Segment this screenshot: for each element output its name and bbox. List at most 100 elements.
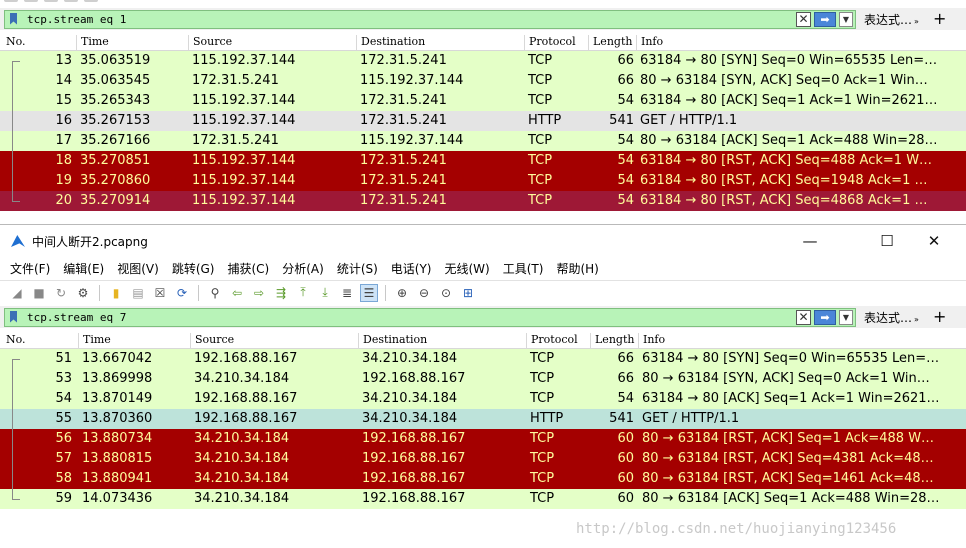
column-header-no[interactable]: No. <box>2 35 26 51</box>
column-header-protocol[interactable]: Protocol <box>526 333 578 349</box>
menu-view[interactable]: 视图(V) <box>117 260 159 277</box>
restart-icon[interactable]: ↻ <box>52 284 70 302</box>
menu-go[interactable]: 跳转(G) <box>172 260 215 277</box>
go-back-icon[interactable]: ⇦ <box>228 284 246 302</box>
find-packet-icon[interactable]: ⚲ <box>206 284 224 302</box>
table-row[interactable]: 58 13.880941 34.210.34.184 192.168.88.167 TC… <box>0 469 966 489</box>
table-row[interactable]: 13 35.063519 115.192.37.144 172.31.5.241 TCP… <box>0 51 966 71</box>
menu-edit[interactable]: 编辑(E) <box>63 260 104 277</box>
column-header-info[interactable]: Info <box>636 35 663 51</box>
toolbar-icon[interactable] <box>44 0 58 2</box>
cell-info: 80 → 63184 [SYN, ACK] Seq=0 Ack=1 Win… <box>642 371 930 386</box>
table-row[interactable]: 55 13.870360 192.168.88.167 34.210.34.184 HT… <box>0 409 966 429</box>
close-file-icon[interactable]: ☒ <box>151 284 169 302</box>
menu-file[interactable]: 文件(F) <box>10 260 50 277</box>
toolbar-icon[interactable] <box>84 0 98 2</box>
table-row[interactable]: 18 35.270851 115.192.37.144 172.31.5.241 TCP… <box>0 151 966 171</box>
cell-info: 63184 → 80 [RST, ACK] Seq=488 Ack=1 W… <box>640 153 933 168</box>
table-row[interactable]: 14 35.063545 172.31.5.241 115.192.37.144 TCP… <box>0 71 966 91</box>
column-header-time[interactable]: Time <box>78 333 111 349</box>
display-filter-input[interactable]: tcp.stream eq 7 <box>27 311 796 324</box>
resize-columns-icon[interactable]: ⊞ <box>459 284 477 302</box>
apply-filter-icon[interactable]: ➡ <box>814 11 836 27</box>
go-first-icon[interactable]: ⤒ <box>294 284 312 302</box>
filter-bookmark-icon[interactable] <box>7 310 21 325</box>
save-file-icon[interactable]: ▤ <box>129 284 147 302</box>
cell-length: 54 <box>617 193 634 208</box>
conversation-tree-start <box>12 61 20 62</box>
clear-filter-icon[interactable]: ✕ <box>796 309 811 325</box>
toolbar-separator <box>385 284 386 301</box>
column-header-source[interactable]: Source <box>190 333 234 349</box>
auto-scroll-icon[interactable]: ≣ <box>338 284 356 302</box>
reload-icon[interactable]: ⟳ <box>173 284 191 302</box>
filter-history-dropdown-icon[interactable]: ▼ <box>839 11 853 27</box>
table-row[interactable]: 59 14.073436 34.210.34.184 192.168.88.167 TC… <box>0 489 966 509</box>
shark-fin-start-icon[interactable]: ◢ <box>8 284 26 302</box>
conversation-tree-line <box>12 359 13 499</box>
top-packet-pane: tcp.stream eq 1 ✕ ➡ ▼ 表达式…» + No. Time S… <box>0 0 966 224</box>
table-row[interactable]: 56 13.880734 34.210.34.184 192.168.88.167 TC… <box>0 429 966 449</box>
column-header-length[interactable]: Length <box>590 333 634 349</box>
menu-wireless[interactable]: 无线(W) <box>445 260 490 277</box>
stop-icon[interactable]: ■ <box>30 284 48 302</box>
minimize-button[interactable]: — <box>800 231 820 251</box>
expression-button[interactable]: 表达式…» <box>864 309 919 326</box>
maximize-button[interactable]: ☐ <box>877 231 897 251</box>
toolbar-icon[interactable] <box>4 0 18 2</box>
filter-bookmark-icon[interactable] <box>7 12 21 27</box>
table-row[interactable]: 16 35.267153 115.192.37.144 172.31.5.241 HTT… <box>0 111 966 131</box>
zoom-normal-icon[interactable]: ⊙ <box>437 284 455 302</box>
column-header-destination[interactable]: Destination <box>358 333 427 349</box>
menu-telephony[interactable]: 电话(Y) <box>391 260 432 277</box>
table-row[interactable]: 15 35.265343 115.192.37.144 172.31.5.241 TCP… <box>0 91 966 111</box>
options-gear-icon[interactable]: ⚙ <box>74 284 92 302</box>
add-filter-button[interactable]: + <box>933 11 946 27</box>
packet-list-header: No. Time Source Destination Protocol Len… <box>0 330 966 349</box>
cell-length: 54 <box>617 153 634 168</box>
cell-length: 541 <box>609 411 634 426</box>
table-row[interactable]: 54 13.870149 192.168.88.167 34.210.34.184 TC… <box>0 389 966 409</box>
expression-button[interactable]: 表达式…» <box>864 11 919 28</box>
window-titlebar[interactable]: 中间人断开2.pcapng — ☐ ✕ <box>0 225 966 257</box>
cell-info: GET / HTTP/1.1 <box>642 411 740 426</box>
display-filter-input-box[interactable]: tcp.stream eq 7 ✕ ➡ ▼ <box>4 307 856 327</box>
column-header-info[interactable]: Info <box>638 333 665 349</box>
filter-history-dropdown-icon[interactable]: ▼ <box>839 309 853 325</box>
column-header-no[interactable]: No. <box>2 333 26 349</box>
table-row[interactable]: 20 35.270914 115.192.37.144 172.31.5.241 TCP… <box>0 191 966 211</box>
column-header-protocol[interactable]: Protocol <box>524 35 576 51</box>
menu-tools[interactable]: 工具(T) <box>503 260 544 277</box>
zoom-in-icon[interactable]: ⊕ <box>393 284 411 302</box>
menu-capture[interactable]: 捕获(C) <box>227 260 269 277</box>
display-filter-input[interactable]: tcp.stream eq 1 <box>27 13 796 26</box>
table-row[interactable]: 19 35.270860 115.192.37.144 172.31.5.241 TCP… <box>0 171 966 191</box>
column-header-destination[interactable]: Destination <box>356 35 425 51</box>
table-row[interactable]: 51 13.667042 192.168.88.167 34.210.34.184 TC… <box>0 349 966 369</box>
colorize-icon[interactable]: ☰ <box>360 283 378 302</box>
column-header-time[interactable]: Time <box>76 35 109 51</box>
table-row[interactable]: 53 13.869998 34.210.34.184 192.168.88.167 TC… <box>0 369 966 389</box>
add-filter-button[interactable]: + <box>933 309 946 325</box>
toolbar-icon[interactable] <box>64 0 78 2</box>
go-last-icon[interactable]: ⤓ <box>316 284 334 302</box>
table-row[interactable]: 17 35.267166 172.31.5.241 115.192.37.144 TCP… <box>0 131 966 151</box>
close-button[interactable]: ✕ <box>924 231 944 251</box>
display-filter-input-box[interactable]: tcp.stream eq 1 ✕ ➡ ▼ <box>4 9 856 29</box>
go-forward-icon[interactable]: ⇨ <box>250 284 268 302</box>
column-header-source[interactable]: Source <box>188 35 232 51</box>
cell-length: 60 <box>617 491 634 506</box>
menu-analyze[interactable]: 分析(A) <box>282 260 324 277</box>
zoom-out-icon[interactable]: ⊖ <box>415 284 433 302</box>
go-to-packet-icon[interactable]: ⇶ <box>272 284 290 302</box>
menu-statistics[interactable]: 统计(S) <box>337 260 378 277</box>
toolbar-icon[interactable] <box>24 0 38 2</box>
column-header-length[interactable]: Length <box>588 35 632 51</box>
window-title: 中间人断开2.pcapng <box>32 234 148 249</box>
apply-filter-icon[interactable]: ➡ <box>814 309 836 325</box>
menu-help[interactable]: 帮助(H) <box>556 260 598 277</box>
cell-length: 66 <box>617 351 634 366</box>
open-folder-icon[interactable]: ▮ <box>107 284 125 302</box>
table-row[interactable]: 57 13.880815 34.210.34.184 192.168.88.167 TC… <box>0 449 966 469</box>
clear-filter-icon[interactable]: ✕ <box>796 11 811 27</box>
